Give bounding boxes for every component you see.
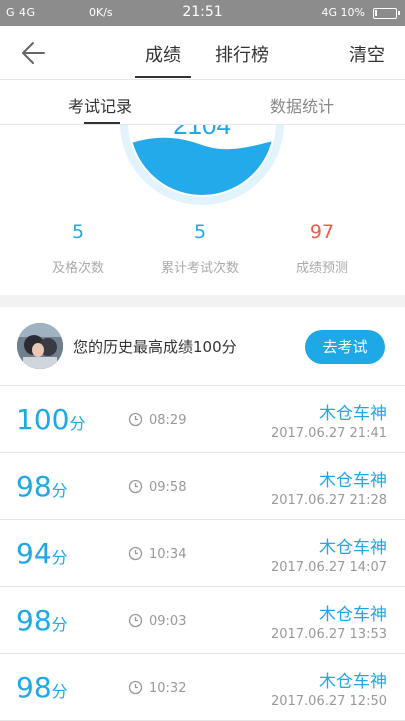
stat-value: 97 (309, 221, 335, 243)
record-score: 98分 (16, 470, 68, 503)
record-username: 木仓车神 (319, 471, 387, 491)
record-duration: 09:03 (149, 614, 187, 629)
score-gauge: 2104 (120, 125, 284, 205)
record-date: 2017.06.27 21:28 (270, 493, 387, 508)
record-date: 2017.06.27 12:50 (270, 694, 387, 709)
record-date: 2017.06.27 21:41 (270, 426, 387, 441)
take-exam-button[interactable]: 去考试 (305, 330, 385, 364)
tab-ranking[interactable]: 排行榜 (215, 41, 269, 67)
list-item[interactable]: 98分 10:32 木仓车神 2017.06.27 12:50 (0, 654, 405, 721)
record-username: 木仓车神 (319, 605, 387, 625)
record-username: 木仓车神 (319, 404, 387, 424)
clock-icon (128, 613, 143, 628)
section-divider (0, 295, 405, 307)
stat-label: 成绩预测 (295, 261, 348, 276)
clock-icon (128, 479, 143, 494)
active-tab-indicator (135, 76, 191, 78)
record-date: 2017.06.27 14:07 (270, 560, 387, 575)
record-username: 木仓车神 (319, 672, 387, 692)
clock-icon (128, 412, 143, 427)
record-duration: 10:32 (149, 681, 187, 696)
clear-button[interactable]: 清空 (349, 41, 385, 67)
tab-exam-records[interactable]: 考试记录 (68, 93, 132, 117)
active-subtab-indicator (84, 122, 120, 124)
best-score-row: 您的历史最高成绩100分 去考试 (0, 307, 405, 386)
list-item[interactable]: 94分 10:34 木仓车神 2017.06.27 14:07 (0, 520, 405, 587)
stat-value: 5 (71, 221, 85, 243)
record-duration: 09:58 (149, 480, 187, 495)
status-bar: G 4G 0K/s 21:51 4G 10% (0, 0, 405, 26)
tab-score[interactable]: 成绩 (145, 41, 181, 67)
list-item[interactable]: 100分 08:29 木仓车神 2017.06.27 21:41 (0, 386, 405, 453)
clock-icon (128, 680, 143, 695)
record-duration: 10:34 (149, 547, 187, 562)
record-score: 98分 (16, 671, 68, 704)
clock-icon (128, 546, 143, 561)
list-item[interactable]: 98分 09:03 木仓车神 2017.06.27 13:53 (0, 587, 405, 654)
stat-value: 5 (193, 221, 207, 243)
record-username: 木仓车神 (319, 538, 387, 558)
avatar (17, 323, 63, 369)
record-score: 94分 (16, 537, 68, 570)
avatar-image (17, 323, 63, 369)
tab-data-statistics[interactable]: 数据统计 (270, 93, 334, 117)
best-score-text: 您的历史最高成绩100分 (73, 338, 237, 356)
stat-label: 及格次数 (51, 261, 104, 276)
top-nav: 成绩 排行榜 清空 (0, 26, 405, 80)
arrow-left-icon (22, 42, 45, 64)
battery-level: 4G 10% (321, 6, 365, 19)
battery-icon (373, 8, 400, 19)
record-score: 100分 (16, 403, 86, 436)
record-score: 98分 (16, 604, 68, 637)
stat-label: 累计考试次数 (160, 261, 239, 276)
gauge-number: 2104 (173, 125, 231, 140)
list-item[interactable]: 98分 09:58 木仓车神 2017.06.27 21:28 (0, 453, 405, 520)
score-summary: 2104 5 及格次数 5 累计考试次数 97 成绩预测 (0, 125, 405, 295)
exam-record-list: 100分 08:29 木仓车神 2017.06.27 21:41 98分 09:… (0, 386, 405, 721)
back-button[interactable] (16, 38, 50, 68)
record-date: 2017.06.27 13:53 (270, 627, 387, 642)
record-duration: 08:29 (149, 413, 187, 428)
sub-tabs: 考试记录 数据统计 (0, 80, 405, 125)
